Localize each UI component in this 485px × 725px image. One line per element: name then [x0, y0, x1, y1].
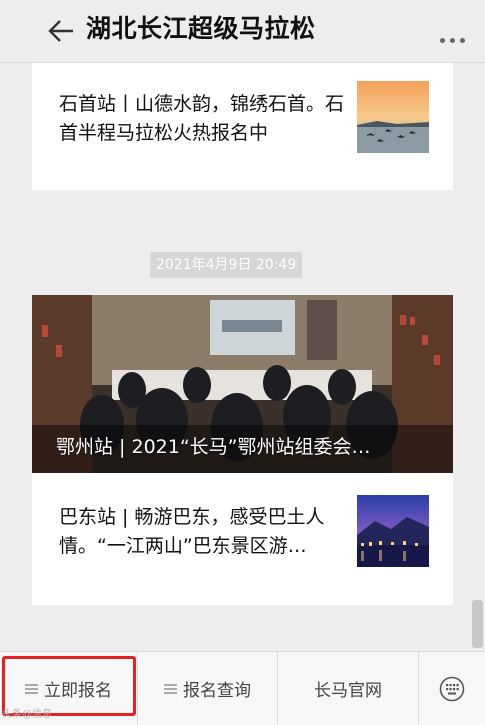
page-title: 湖北长江超级马拉松: [86, 14, 316, 43]
watermark: 头条@信息: [2, 709, 52, 720]
article-thumbnail-image: [357, 495, 429, 567]
menu-registration-query[interactable]: 报名查询: [138, 652, 278, 725]
menu-label: 长马官网: [314, 681, 382, 701]
menu-lines-icon: [164, 682, 177, 696]
top-navigation-bar: 湖北长江超级马拉松: [0, 0, 485, 63]
more-options-icon[interactable]: [440, 28, 472, 43]
menu-official-site[interactable]: 长马官网: [278, 652, 419, 725]
article-thumbnail-image: [357, 81, 429, 153]
article-title: 石首站丨山德水韵，锦绣石首。石首半程马拉松火热报名中: [59, 93, 345, 144]
article-card-group: 鄂州站 | 2021“长马”鄂州站组委会… 巴东站 | 畅游巴东，感受巴土人 情…: [32, 295, 453, 605]
article-title-badong[interactable]: 巴东站 | 畅游巴东，感受巴土人 情。“一江两山”巴东景区游…: [59, 503, 351, 561]
back-arrow-icon[interactable]: [46, 16, 76, 46]
publish-timestamp: 2021年4月9日 20:49: [150, 252, 303, 278]
scrollbar-thumb[interactable]: [472, 600, 483, 648]
article-title-line: 情。“一江两山”巴东景区游…: [59, 535, 307, 557]
article-title-line: 巴东站 | 畅游巴东，感受巴土人: [59, 506, 325, 528]
keyboard-toggle[interactable]: [419, 652, 485, 725]
featured-article-caption: 鄂州站 | 2021“长马”鄂州站组委会…: [56, 436, 371, 458]
menu-label: 报名查询: [183, 681, 251, 701]
article-card-shishou[interactable]: 石首站丨山德水韵，锦绣石首。石首半程马拉松火热报名中: [32, 63, 453, 190]
featured-article-ezhou[interactable]: 鄂州站 | 2021“长马”鄂州站组委会…: [32, 295, 453, 473]
keyboard-icon: [439, 676, 465, 701]
